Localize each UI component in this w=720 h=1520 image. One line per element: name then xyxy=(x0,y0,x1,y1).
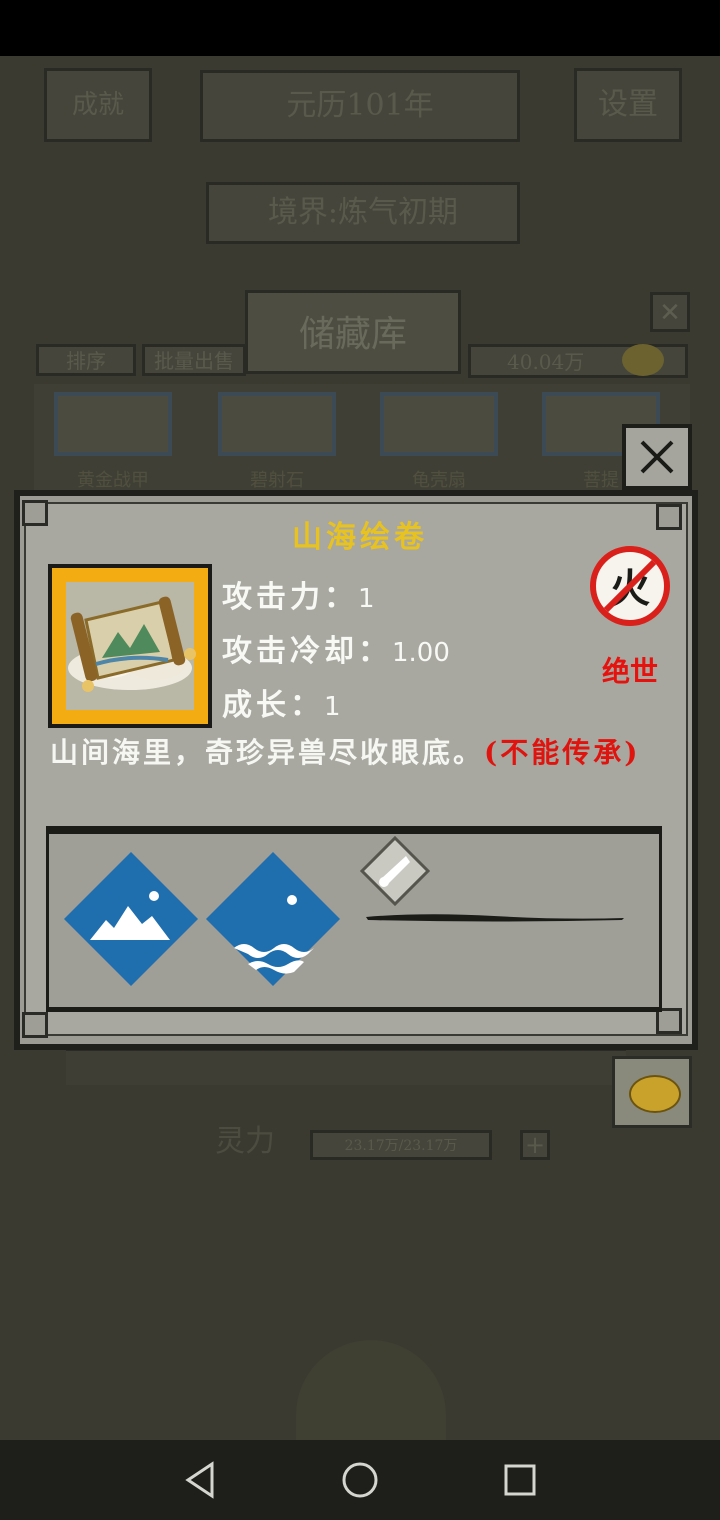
growth-label: 成长： xyxy=(222,688,324,723)
attack-stat: 攻击力：1 xyxy=(222,572,375,616)
corner-ornament xyxy=(22,1012,48,1038)
add-power-icon: + xyxy=(520,1130,550,1160)
scroll-painting-icon xyxy=(66,582,196,710)
close-button[interactable] xyxy=(622,424,692,490)
storage-slot-label: 碧射石 xyxy=(250,470,304,491)
attack-label: 攻击力： xyxy=(222,580,358,615)
corner-ornament xyxy=(22,500,48,526)
sort-button: 排序 xyxy=(36,344,136,376)
growth-stat: 成长：1 xyxy=(222,680,341,724)
mountain-skill-icon[interactable] xyxy=(62,850,200,988)
power-label: 灵力 xyxy=(215,1124,275,1159)
cooldown-value: 1.00 xyxy=(392,638,450,668)
item-description: 山间海里，奇珍异兽尽收眼底。(不能传承) xyxy=(50,736,660,770)
sea-skill-icon[interactable] xyxy=(204,850,342,988)
storage-bottom-tabs xyxy=(66,1048,626,1085)
coin-icon xyxy=(622,344,664,376)
attack-value: 1 xyxy=(358,584,375,614)
storage-slot xyxy=(380,392,498,456)
home-circle-icon xyxy=(342,1462,378,1498)
storage-slot xyxy=(54,392,172,456)
sell-coin-button[interactable] xyxy=(612,1056,692,1128)
back-button[interactable] xyxy=(176,1456,224,1504)
achievement-button: 成就 xyxy=(44,68,152,142)
close-icon xyxy=(640,440,674,474)
back-triangle-icon xyxy=(185,1461,214,1499)
fire-forbidden-icon: 火 xyxy=(588,544,672,628)
skill-slot-brushstroke xyxy=(364,908,626,922)
no-inherit-note: (不能传承) xyxy=(484,736,641,769)
power-bar: 23.17万/23.17万 xyxy=(310,1130,492,1160)
item-portrait xyxy=(48,564,212,728)
blade-slot-icon[interactable] xyxy=(359,835,431,907)
description-text: 山间海里，奇珍异兽尽收眼底。 xyxy=(50,736,485,769)
status-bar xyxy=(0,0,720,56)
gold-coin-icon xyxy=(629,1075,681,1113)
storage-title: 储藏库 xyxy=(245,290,461,374)
year-banner: 元历101年 xyxy=(200,70,520,142)
item-name: 山海绘卷 xyxy=(292,520,428,555)
realm-banner: 境界:炼气初期 xyxy=(206,182,520,244)
corner-ornament xyxy=(656,504,682,530)
growth-value: 1 xyxy=(324,692,341,722)
recents-square-icon xyxy=(504,1464,536,1496)
settings-button: 设置 xyxy=(574,68,682,142)
recents-button[interactable] xyxy=(496,1456,544,1504)
storage-slot-label: 龟壳扇 xyxy=(412,470,466,491)
cooldown-label: 攻击冷却： xyxy=(222,634,392,669)
storage-slot-label: 黄金战甲 xyxy=(77,470,149,491)
rarity-label: 绝世 xyxy=(601,655,658,688)
storage-slot xyxy=(218,392,336,456)
storage-close-icon: ✕ xyxy=(650,292,690,332)
cooldown-stat: 攻击冷却：1.00 xyxy=(222,626,450,670)
batch-sell-button: 批量出售 xyxy=(142,344,246,376)
home-button[interactable] xyxy=(336,1456,384,1504)
